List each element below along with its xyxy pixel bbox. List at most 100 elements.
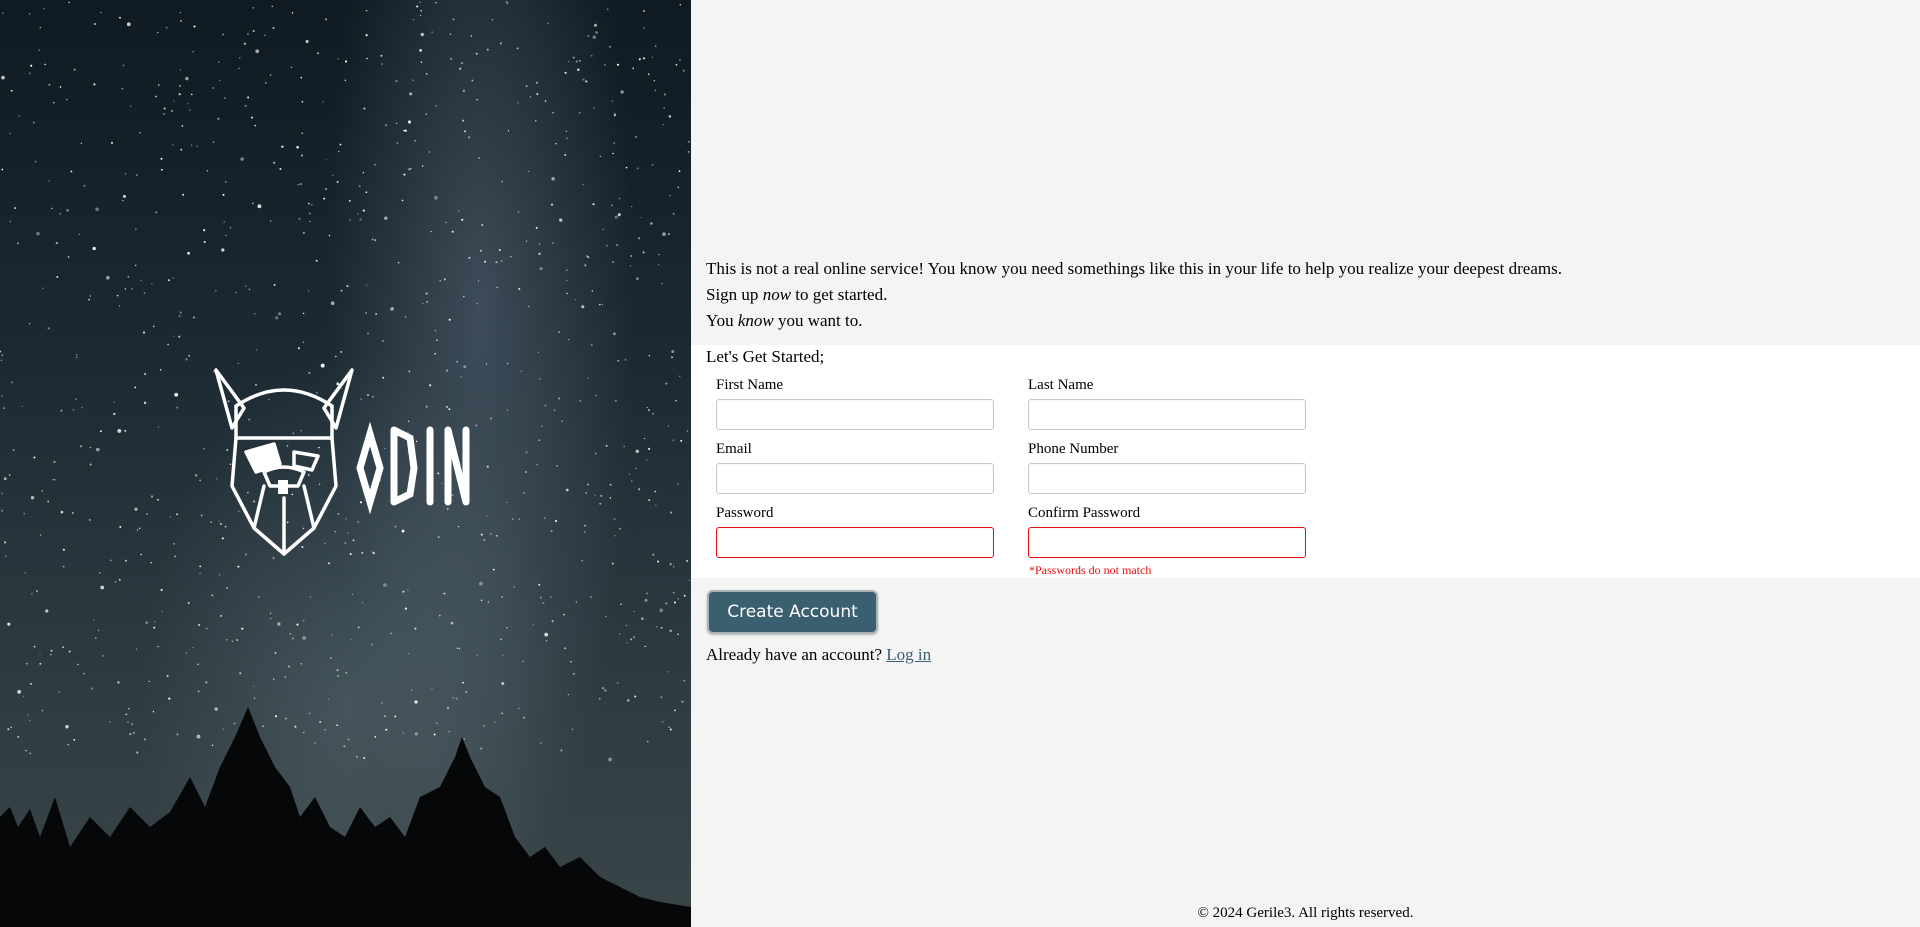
- star: [185, 652, 188, 654]
- star: [480, 599, 483, 602]
- star: [180, 19, 182, 22]
- login-link[interactable]: Log in: [886, 645, 931, 664]
- star: [73, 68, 76, 71]
- star: [544, 632, 549, 637]
- star: [269, 220, 272, 222]
- star: [325, 159, 328, 161]
- star: [39, 26, 41, 29]
- star: [225, 181, 227, 183]
- star: [675, 400, 677, 402]
- star: [587, 483, 589, 486]
- star: [185, 76, 189, 81]
- star: [635, 449, 640, 454]
- star: [41, 489, 44, 492]
- star: [655, 504, 657, 506]
- star: [235, 291, 237, 294]
- star: [163, 107, 166, 110]
- star: [338, 150, 340, 153]
- phone-input[interactable]: [1028, 463, 1306, 494]
- star: [490, 417, 493, 420]
- star: [317, 52, 319, 55]
- star: [247, 96, 250, 99]
- star: [564, 153, 567, 156]
- star: [659, 608, 664, 613]
- last-name-input[interactable]: [1028, 399, 1306, 430]
- star: [50, 653, 52, 656]
- star: [669, 195, 671, 197]
- star: [2, 407, 5, 410]
- star: [565, 488, 569, 492]
- star: [33, 645, 36, 648]
- star: [118, 579, 121, 581]
- phone-label: Phone Number: [1028, 441, 1119, 457]
- star: [535, 226, 538, 229]
- star: [346, 285, 349, 288]
- star: [570, 660, 572, 663]
- star: [154, 620, 156, 623]
- star: [1, 75, 5, 80]
- star: [88, 519, 91, 521]
- confirm-password-input[interactable]: [1028, 527, 1306, 558]
- intro-line-2-post: to get started.: [791, 285, 888, 304]
- star: [544, 404, 547, 407]
- intro-line-3-pre: You: [706, 311, 738, 330]
- star: [122, 199, 124, 202]
- star: [612, 152, 614, 155]
- star: [9, 221, 11, 223]
- star: [36, 590, 38, 592]
- star: [668, 233, 670, 236]
- star: [538, 439, 540, 441]
- first-name-input[interactable]: [716, 399, 994, 430]
- star: [541, 425, 543, 428]
- star: [0, 350, 2, 353]
- star: [390, 307, 394, 311]
- email-input[interactable]: [716, 463, 994, 494]
- star: [157, 498, 159, 501]
- password-input[interactable]: [716, 527, 994, 558]
- star: [402, 590, 405, 593]
- star: [75, 398, 77, 400]
- star: [359, 218, 362, 221]
- star: [381, 63, 383, 65]
- star: [628, 473, 631, 476]
- star: [484, 260, 487, 263]
- star: [633, 636, 635, 638]
- star: [374, 239, 377, 242]
- star: [113, 401, 115, 403]
- star: [340, 350, 343, 353]
- star: [257, 204, 262, 209]
- create-account-button[interactable]: Create Account: [707, 590, 878, 634]
- star: [538, 583, 541, 586]
- star: [193, 25, 196, 28]
- star: [199, 479, 201, 482]
- star: [150, 495, 154, 498]
- star: [322, 101, 324, 103]
- star: [646, 406, 648, 409]
- star: [47, 327, 50, 330]
- star: [661, 282, 663, 285]
- star: [89, 446, 92, 449]
- star: [555, 142, 557, 145]
- star: [665, 602, 668, 605]
- star: [584, 524, 587, 527]
- star: [505, 0, 508, 3]
- star: [192, 316, 195, 319]
- star: [618, 197, 621, 200]
- hero-panel: [0, 0, 691, 927]
- star: [72, 409, 75, 411]
- star: [592, 203, 595, 206]
- star: [187, 601, 190, 604]
- star: [459, 67, 462, 70]
- star: [160, 168, 163, 171]
- star: [162, 112, 165, 116]
- star: [609, 483, 612, 486]
- star: [113, 412, 116, 415]
- star: [426, 301, 428, 303]
- star: [584, 531, 586, 534]
- star: [599, 155, 601, 158]
- star: [625, 166, 628, 169]
- star: [677, 483, 679, 485]
- star: [584, 264, 587, 267]
- star: [1, 354, 3, 356]
- star: [567, 693, 570, 696]
